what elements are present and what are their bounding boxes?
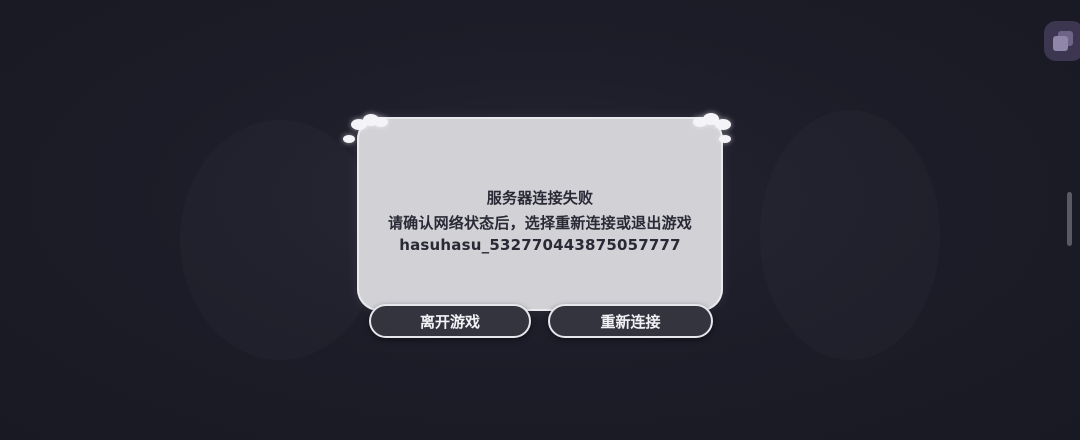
game-screen: 服务器连接失败 请确认网络状态后，选择重新连接或退出游戏 hasuhasu_53… [0,0,1080,440]
error-code: hasuhasu_532770443875057777 [399,236,681,254]
dialog-title: 服务器连接失败 [486,189,594,207]
background-silhouette [760,110,940,360]
scrollbar-handle[interactable] [1067,192,1072,246]
cloud-decoration-left [343,113,391,143]
reconnect-button[interactable]: 重新连接 [548,304,713,338]
window-switch-button[interactable] [1044,21,1080,61]
cloud-decoration-right [689,113,733,143]
background-silhouette [180,120,380,360]
leave-game-button[interactable]: 离开游戏 [369,304,531,338]
connection-error-dialog: 服务器连接失败 请确认网络状态后，选择重新连接或退出游戏 hasuhasu_53… [343,113,731,311]
dialog-message: 请确认网络状态后，选择重新连接或退出游戏 [387,214,692,232]
